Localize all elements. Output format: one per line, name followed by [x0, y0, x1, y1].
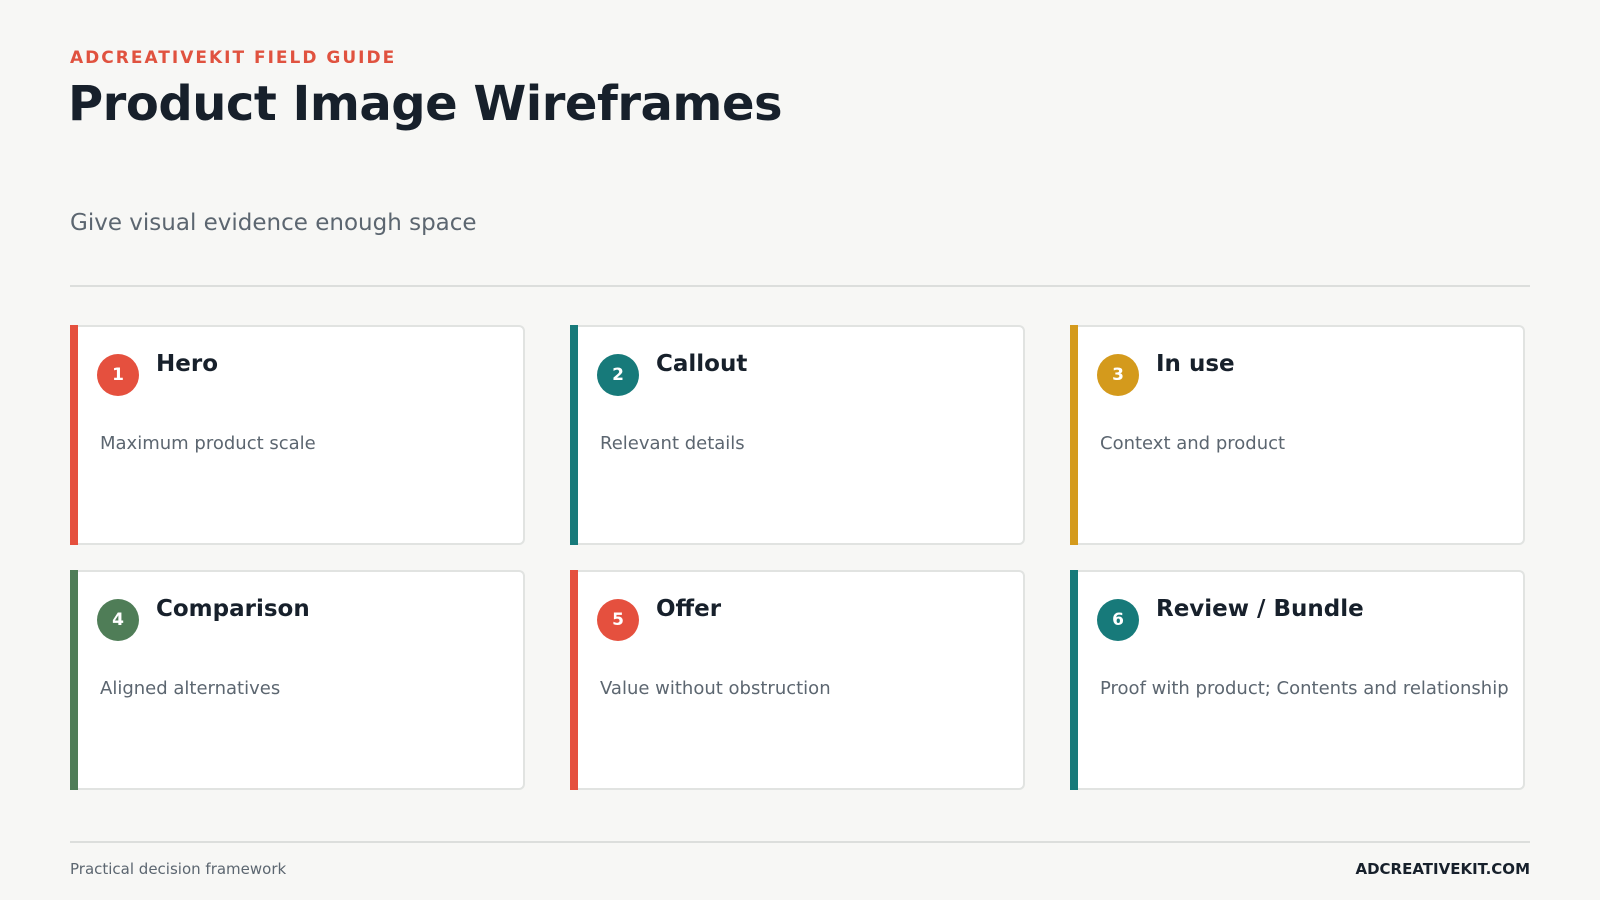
number-badge: 3: [1097, 354, 1139, 396]
slide: ADCREATIVEKIT FIELD GUIDE Product Image …: [0, 0, 1600, 900]
number-badge: 4: [97, 599, 139, 641]
footer-caption: Practical decision framework: [70, 860, 287, 878]
card-accent-bar: [570, 570, 578, 790]
top-divider: [70, 285, 1530, 287]
card-title: In use: [1156, 351, 1235, 377]
card-accent-bar: [1070, 570, 1078, 790]
card-review-bundle: 6 Review / Bundle Proof with product; Co…: [1070, 570, 1525, 790]
card-description: Relevant details: [600, 433, 745, 454]
card-title: Comparison: [156, 596, 310, 622]
card-title: Offer: [656, 596, 722, 622]
page-title: Product Image Wireframes: [68, 76, 783, 132]
card-description: Aligned alternatives: [100, 678, 281, 699]
card-accent-bar: [1070, 325, 1078, 545]
card-comparison: 4 Comparison Aligned alternatives: [70, 570, 525, 790]
card-grid: 1 Hero Maximum product scale 2 Callout R…: [70, 325, 1526, 790]
card-description: Value without obstruction: [600, 678, 831, 699]
card-in-use: 3 In use Context and product: [1070, 325, 1525, 545]
card-accent-bar: [570, 325, 578, 545]
number-badge: 2: [597, 354, 639, 396]
card-hero: 1 Hero Maximum product scale: [70, 325, 525, 545]
card-callout: 2 Callout Relevant details: [570, 325, 1025, 545]
number-badge: 6: [1097, 599, 1139, 641]
card-title: Hero: [156, 351, 218, 377]
card-title: Callout: [656, 351, 748, 377]
bottom-divider: [70, 841, 1530, 843]
page-subtitle: Give visual evidence enough space: [70, 210, 477, 236]
card-description: Proof with product; Contents and relatio…: [1100, 678, 1509, 699]
card-accent-bar: [70, 570, 78, 790]
card-description: Context and product: [1100, 433, 1286, 454]
card-title: Review / Bundle: [1156, 596, 1364, 622]
number-badge: 5: [597, 599, 639, 641]
number-badge: 1: [97, 354, 139, 396]
card-offer: 5 Offer Value without obstruction: [570, 570, 1025, 790]
footer-site-link: ADCREATIVEKIT.COM: [1355, 860, 1530, 878]
eyebrow-label: ADCREATIVEKIT FIELD GUIDE: [70, 48, 397, 68]
card-description: Maximum product scale: [100, 433, 316, 454]
card-accent-bar: [70, 325, 78, 545]
